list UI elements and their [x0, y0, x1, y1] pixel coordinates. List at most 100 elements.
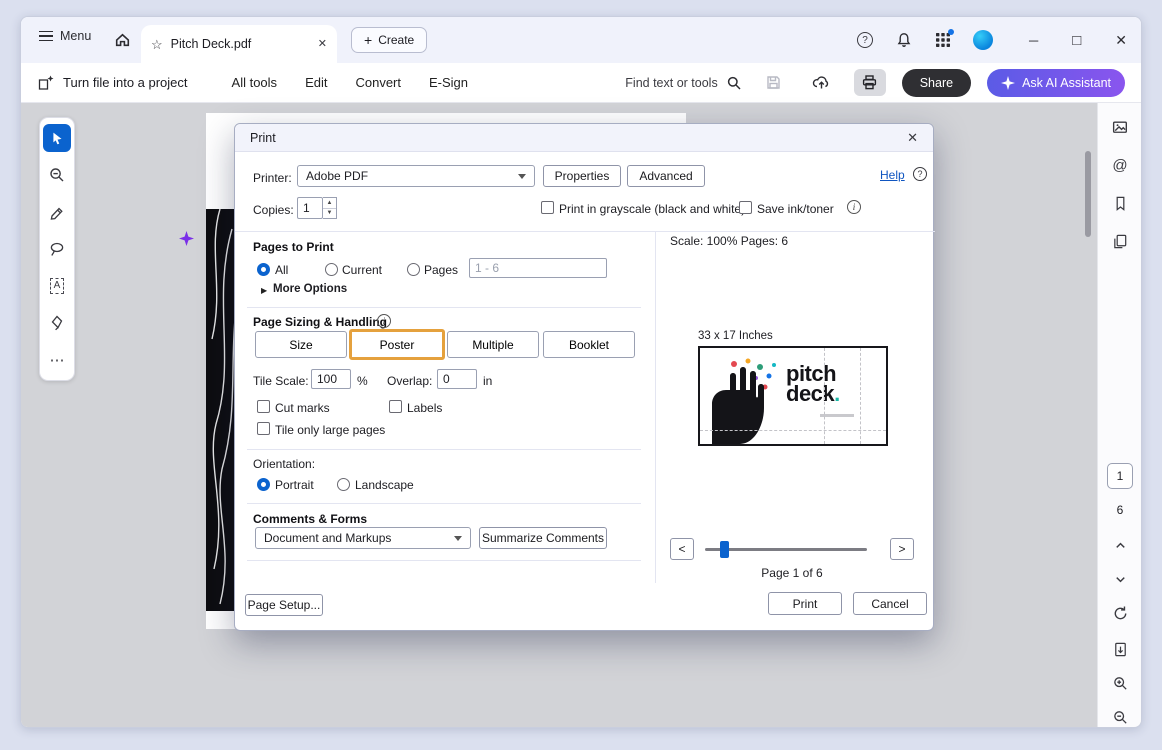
tile-large-label[interactable]: Tile only large pages	[275, 423, 385, 437]
copies-input[interactable]	[297, 197, 323, 219]
stepper-down-icon[interactable]: ▼	[323, 209, 336, 219]
window-close-button[interactable]: ✕	[1115, 32, 1127, 49]
orientation-label: Orientation:	[253, 457, 315, 471]
bookmarks-panel-icon[interactable]	[1110, 193, 1130, 213]
print-dialog-titlebar[interactable]: Print ✕	[235, 124, 933, 152]
text-select-tool[interactable]: A	[43, 272, 71, 300]
find-tools-button[interactable]: Find text or tools	[625, 75, 741, 91]
labels-checkbox[interactable]	[389, 400, 402, 413]
advanced-button[interactable]: Advanced	[627, 165, 705, 187]
nav-esign[interactable]: E-Sign	[429, 75, 468, 90]
highlighter-tool[interactable]	[43, 198, 71, 226]
stepper-up-icon[interactable]: ▲	[323, 198, 336, 209]
ask-ai-assistant-button[interactable]: Ask AI Assistant	[987, 69, 1125, 97]
save-ink-checkbox[interactable]	[739, 201, 752, 214]
brand-dot: .	[834, 381, 840, 406]
pages-copy-panel-icon[interactable]	[1110, 231, 1130, 251]
size-mode-button[interactable]: Size	[255, 331, 347, 358]
printer-label: Printer:	[253, 171, 292, 185]
comments-panel-icon[interactable]: @	[1110, 155, 1130, 175]
zoom-out-icon[interactable]	[1110, 707, 1130, 727]
tile-scale-input[interactable]	[311, 369, 351, 389]
help-icon[interactable]: ?	[857, 32, 873, 48]
select-tool[interactable]	[43, 124, 71, 152]
ink-info-icon[interactable]: i	[847, 200, 861, 214]
help-question-icon[interactable]: ?	[913, 167, 927, 181]
zoom-in-icon[interactable]	[1110, 673, 1130, 693]
grayscale-checkbox[interactable]	[541, 201, 554, 214]
next-page-chevron-icon[interactable]	[1110, 569, 1130, 589]
quick-tools-rail: A ⋯	[39, 117, 75, 381]
rotate-refresh-icon[interactable]	[1110, 603, 1130, 623]
radio-landscape[interactable]	[337, 478, 350, 491]
chevron-down-icon	[454, 536, 462, 545]
booklet-mode-button[interactable]: Booklet	[543, 331, 635, 358]
previous-page-chevron-icon[interactable]	[1110, 535, 1130, 555]
preview-slider-track[interactable]	[705, 548, 867, 551]
nav-all-tools[interactable]: All tools	[232, 75, 278, 90]
create-button[interactable]: + Create	[351, 27, 427, 53]
landscape-label[interactable]: Landscape	[355, 478, 414, 492]
printer-select[interactable]: Adobe PDF	[297, 165, 535, 187]
more-tools-button[interactable]: ⋯	[43, 346, 71, 374]
radio-portrait[interactable]	[257, 478, 270, 491]
radio-all-label[interactable]: All	[275, 263, 288, 277]
poster-mode-button[interactable]: Poster	[349, 329, 445, 360]
portrait-label[interactable]: Portrait	[275, 478, 314, 492]
share-button[interactable]: Share	[902, 69, 971, 97]
nav-convert[interactable]: Convert	[355, 75, 401, 90]
project-icon	[37, 74, 55, 92]
page-view-icon[interactable]	[1110, 639, 1130, 659]
menu-button[interactable]: Menu	[39, 29, 91, 43]
edit-image-panel-icon[interactable]	[1110, 117, 1130, 137]
copies-stepper[interactable]: ▲ ▼	[323, 197, 337, 219]
radio-pages[interactable]	[407, 263, 420, 276]
turn-into-project-button[interactable]: Turn file into a project	[37, 74, 188, 92]
nav-edit[interactable]: Edit	[305, 75, 327, 90]
dialog-close-icon[interactable]: ✕	[907, 130, 918, 146]
help-link[interactable]: Help	[880, 168, 905, 182]
cut-marks-checkbox[interactable]	[257, 400, 270, 413]
divider	[247, 307, 641, 308]
radio-current[interactable]	[325, 263, 338, 276]
print-preview: pitch deck.	[698, 346, 888, 446]
zoom-tool[interactable]	[43, 161, 71, 189]
tile-large-checkbox[interactable]	[257, 422, 270, 435]
radio-all[interactable]	[257, 263, 270, 276]
vertical-scrollbar[interactable]	[1085, 151, 1091, 237]
apps-grid-icon[interactable]	[935, 32, 951, 48]
maximize-button[interactable]: □	[1072, 32, 1081, 49]
properties-button[interactable]: Properties	[543, 165, 621, 187]
home-button[interactable]	[113, 30, 132, 49]
cancel-button[interactable]: Cancel	[853, 592, 927, 615]
preview-prev-button[interactable]: <	[670, 538, 694, 560]
cut-marks-label[interactable]: Cut marks	[275, 401, 330, 415]
page-setup-button[interactable]: Page Setup...	[245, 594, 323, 616]
document-tab[interactable]: ☆ Pitch Deck.pdf ✕	[141, 25, 337, 63]
print-confirm-button[interactable]: Print	[768, 592, 842, 615]
minimize-button[interactable]: ─	[1029, 33, 1038, 48]
comments-select[interactable]: Document and Markups	[255, 527, 471, 549]
lasso-tool[interactable]	[43, 235, 71, 263]
print-button[interactable]	[854, 69, 886, 96]
sizing-info-icon[interactable]: i	[377, 314, 391, 328]
save-button[interactable]	[758, 69, 790, 96]
tab-close-icon[interactable]: ✕	[318, 39, 327, 50]
save-ink-label: Save ink/toner	[757, 202, 834, 216]
preview-next-button[interactable]: >	[890, 538, 914, 560]
cloud-upload-icon[interactable]	[806, 69, 838, 96]
pages-range-input[interactable]	[469, 258, 607, 278]
more-options-toggle[interactable]: More Options	[273, 283, 347, 295]
current-page-input[interactable]: 1	[1107, 463, 1133, 489]
radio-current-label[interactable]: Current	[342, 263, 382, 277]
labels-label[interactable]: Labels	[407, 401, 442, 415]
preview-slider-thumb[interactable]	[720, 541, 729, 558]
fill-sign-tool[interactable]	[43, 309, 71, 337]
multiple-mode-button[interactable]: Multiple	[447, 331, 539, 358]
overlap-input[interactable]	[437, 369, 477, 389]
summarize-comments-button[interactable]: Summarize Comments	[479, 527, 607, 549]
radio-pages-label[interactable]: Pages	[424, 263, 458, 277]
avatar[interactable]	[973, 30, 993, 50]
favorite-star-icon[interactable]: ☆	[151, 38, 163, 51]
notifications-bell-icon[interactable]	[895, 31, 913, 49]
